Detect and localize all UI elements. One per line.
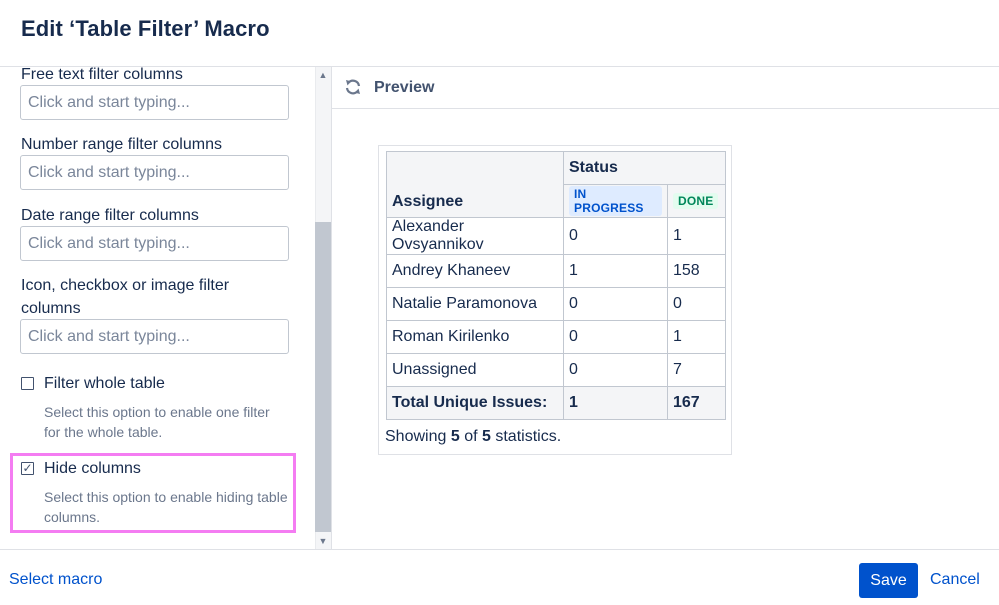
table-row: Alexander Ovsyannikov 0 1 [386, 217, 726, 255]
filter-whole-table-desc-line2: for the whole table. [44, 424, 163, 440]
number-range-filter-label: Number range filter columns [21, 136, 222, 153]
icon-filter-label: Icon, checkbox or image filter columns [21, 274, 229, 320]
scrollbar-thumb[interactable] [315, 222, 331, 532]
icon-filter-input[interactable] [20, 319, 289, 354]
hide-columns-desc-line1: Select this option to enable hiding tabl… [44, 489, 288, 505]
table-row: Unassigned 0 7 [386, 353, 726, 387]
date-range-filter-label: Date range filter columns [21, 207, 199, 224]
total-done-cell: 167 [667, 386, 726, 420]
filter-whole-table-desc-line1: Select this option to enable one filter [44, 404, 270, 420]
assignee-cell: Natalie Paramonova [386, 287, 564, 321]
table-row: Roman Kirilenko 0 1 [386, 320, 726, 354]
cancel-button[interactable]: Cancel [930, 571, 980, 589]
hide-columns-desc-line2: columns. [44, 509, 101, 525]
filter-whole-table-checkbox[interactable] [21, 377, 34, 390]
hide-columns-label[interactable]: Hide columns [44, 460, 141, 478]
filter-whole-table-description: Select this option to enable one filter … [44, 402, 289, 442]
assignee-header: Assignee [386, 151, 564, 218]
total-row: Total Unique Issues: 1 167 [386, 386, 726, 420]
showing-count: 5 [450, 428, 460, 445]
free-text-filter-input[interactable] [20, 85, 289, 120]
done-cell: 1 [667, 217, 726, 255]
icon-filter-label-line2: columns [21, 300, 81, 317]
dialog-title: Edit ‘Table Filter’ Macro [21, 16, 270, 41]
assignee-cell: Unassigned [386, 353, 564, 387]
scroll-down-arrow-icon[interactable]: ▼ [315, 534, 331, 548]
assignee-cell: Roman Kirilenko [386, 320, 564, 354]
done-header: DONE [667, 184, 726, 218]
in-progress-cell: 0 [563, 217, 668, 255]
status-table: Assignee Status IN PROGRESS DONE Alexand… [386, 151, 726, 420]
scroll-up-arrow-icon[interactable]: ▲ [315, 68, 331, 82]
assignee-cell: Alexander Ovsyannikov [386, 217, 564, 255]
total-in-progress-cell: 1 [563, 386, 668, 420]
showing-statistics-text: Showing 5 of 5 statistics. [385, 428, 561, 446]
showing-prefix: Showing [385, 428, 447, 445]
in-progress-cell: 0 [563, 353, 668, 387]
done-cell: 7 [667, 353, 726, 387]
total-label-cell: Total Unique Issues: [386, 386, 564, 420]
in-progress-header: IN PROGRESS [563, 184, 668, 218]
free-text-filter-label: Free text filter columns [21, 66, 183, 83]
in-progress-cell: 0 [563, 287, 668, 321]
hide-columns-checkbox[interactable]: ✓ [21, 462, 34, 475]
done-cell: 0 [667, 287, 726, 321]
dialog-footer [0, 549, 999, 605]
done-cell: 158 [667, 254, 726, 288]
in-progress-lozenge: IN PROGRESS [569, 185, 662, 216]
table-row: Natalie Paramonova 0 0 [386, 287, 726, 321]
date-range-filter-input[interactable] [20, 226, 289, 261]
in-progress-cell: 1 [563, 254, 668, 288]
hide-columns-description: Select this option to enable hiding tabl… [44, 487, 289, 527]
refresh-icon[interactable] [344, 78, 362, 96]
status-header: Status [563, 151, 726, 185]
number-range-filter-input[interactable] [20, 155, 289, 190]
done-cell: 1 [667, 320, 726, 354]
showing-suffix: statistics. [495, 428, 562, 445]
save-button[interactable]: Save [859, 563, 918, 598]
table-row: Andrey Khaneev 1 158 [386, 254, 726, 288]
panel-divider [331, 67, 332, 549]
done-lozenge: DONE [673, 193, 719, 209]
select-macro-link[interactable]: Select macro [9, 571, 102, 589]
icon-filter-label-line1: Icon, checkbox or image filter [21, 277, 230, 294]
filter-whole-table-label[interactable]: Filter whole table [44, 375, 165, 393]
assignee-cell: Andrey Khaneev [386, 254, 564, 288]
in-progress-cell: 0 [563, 320, 668, 354]
preview-label: Preview [374, 79, 435, 96]
showing-of: of [464, 428, 478, 445]
showing-total: 5 [481, 428, 491, 445]
table-header-row: Assignee Status [386, 151, 726, 218]
